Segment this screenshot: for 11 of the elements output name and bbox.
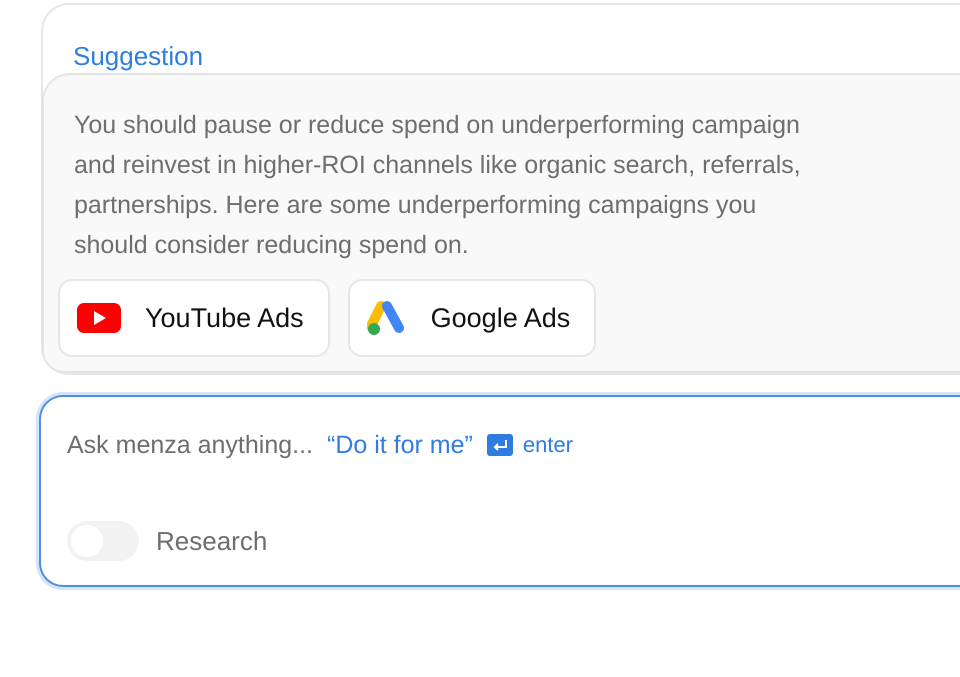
input-field[interactable]: Ask menza anything... [67, 430, 317, 460]
play-icon [77, 303, 121, 333]
campaign-chip[interactable]: Google Ads [348, 279, 596, 357]
card-title: Suggestion [72, 40, 204, 73]
toggle-label: Research [156, 526, 268, 556]
shortcut-label: enter [522, 432, 574, 458]
campaign-chip[interactable]: YouTube Ads [58, 279, 330, 357]
suggestion-text: You should pause or reduce spend on underperforming campaign and reinvest in higher-ROI channels like organic search, referrals, partnerships. Here are some underperforming campaigns you should consider reducing spend on. [74, 110, 802, 261]
hint-text: “Do it for me” [327, 430, 473, 460]
enter-key-icon [486, 434, 513, 456]
triangle-logo-icon [366, 300, 407, 336]
